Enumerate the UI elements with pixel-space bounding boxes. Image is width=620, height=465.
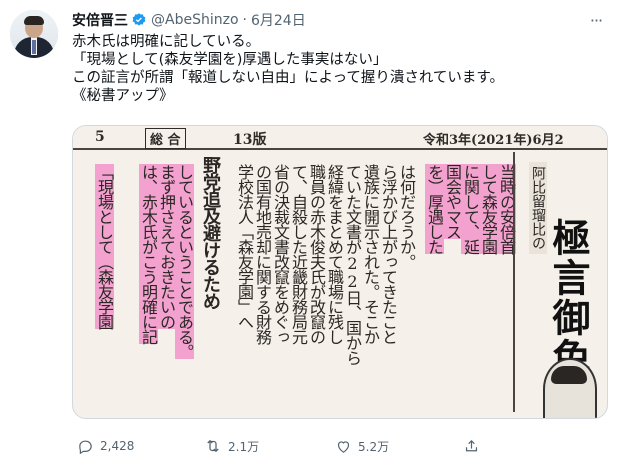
retweet-count: 2.1万 (228, 439, 260, 454)
tweet-line: 赤木氏は明確に記している。 (72, 34, 261, 50)
reply-count: 2,428 (100, 439, 135, 453)
newspaper-date: 令和3年(2021年)6月2 (423, 133, 564, 148)
tweet-line: この証言が所謂「報道しない自由」によって握り潰されています。 (72, 70, 504, 86)
tweet-header: 安倍晋三 @AbeShinzo · 6月24日 (72, 10, 306, 30)
reply-button[interactable]: 2,428 (76, 437, 134, 455)
tweet-text: 赤木氏は明確に記している。 「現場として(森友学園を)厚遇した事実はない」 この… (72, 33, 604, 105)
author-handle[interactable]: @AbeShinzo (151, 12, 239, 28)
reply-icon (76, 437, 94, 455)
tweet-line: 《秘書アップ》 (72, 88, 174, 104)
retweet-icon (204, 437, 222, 455)
share-button[interactable] (462, 437, 480, 455)
tweet-actions: 2,428 2.1万 5.2万 (70, 432, 610, 460)
column-author-label: 阿比留瑠比の (529, 162, 547, 254)
article-column: は何だろうか。 (397, 164, 416, 269)
section-label: 総 合 (145, 128, 186, 149)
newspaper-header: 5 総 合 13版 令和3年(2021年)6月2 (73, 126, 607, 150)
tweet-date[interactable]: 6月24日 (251, 10, 306, 30)
like-count: 5.2万 (358, 439, 390, 454)
avatar[interactable] (10, 10, 58, 58)
separator-dot: · (242, 12, 247, 28)
retweet-button[interactable]: 2.1万 (204, 437, 259, 455)
heart-icon (334, 437, 352, 455)
edition-label: 13版 (233, 132, 267, 148)
more-options-icon[interactable]: ··· (586, 10, 606, 30)
article-subheadline: 野党追及避けるため (200, 156, 221, 309)
author-name[interactable]: 安倍晋三 (72, 10, 128, 30)
author-portrait (543, 358, 597, 418)
tweet-line: 「現場として(森友学園を)厚遇した事実はない」 (72, 52, 388, 68)
tweet-image[interactable]: 5 総 合 13版 令和3年(2021年)6月2 「現場として（森友学園 は、赤… (72, 125, 608, 419)
article-column: しているということである。 (175, 164, 194, 359)
verified-badge-icon (132, 13, 146, 26)
share-icon (462, 437, 480, 455)
article-column: 「現場として（森友学園 (95, 164, 114, 329)
like-button[interactable]: 5.2万 (334, 437, 389, 455)
page-number: 5 (95, 129, 105, 145)
column-title: 極言御免 (546, 218, 591, 378)
